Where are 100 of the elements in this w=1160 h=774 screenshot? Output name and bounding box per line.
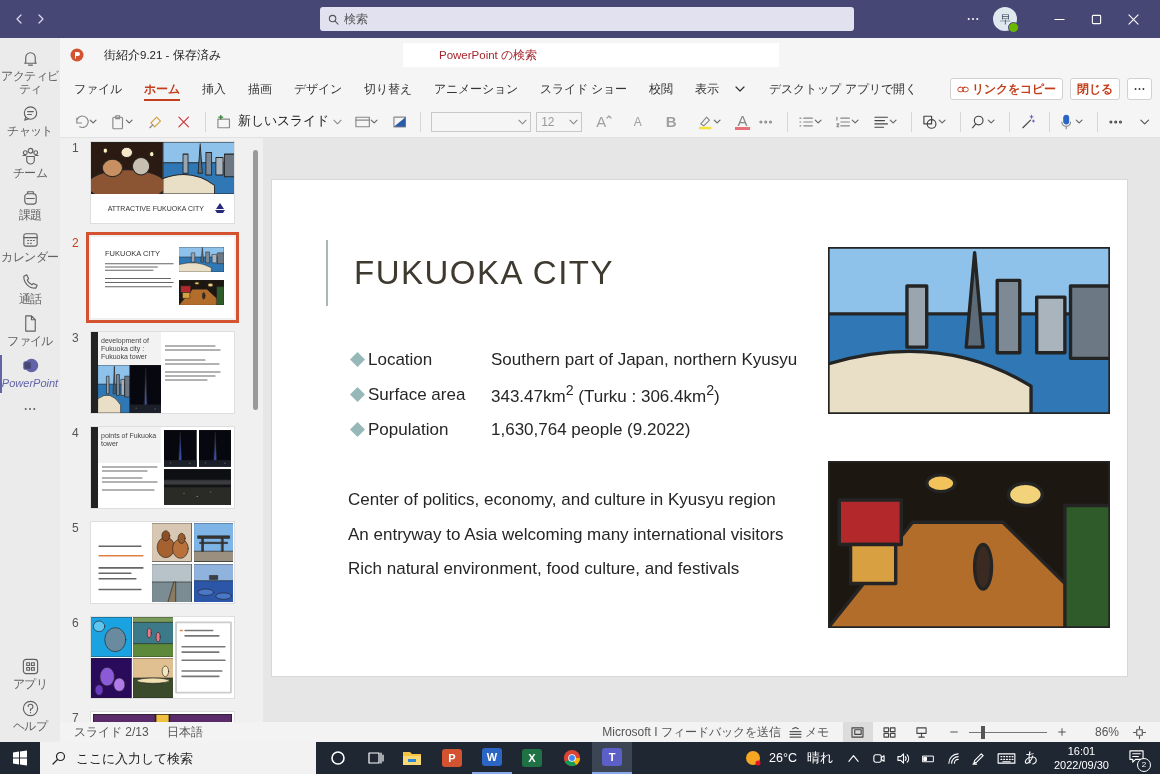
keyboard-icon[interactable]	[996, 751, 1016, 765]
temperature: 26°C	[769, 751, 797, 765]
notes-icon[interactable]	[788, 726, 802, 738]
slide-number: 6	[71, 617, 80, 629]
taskbar-app[interactable]: P	[432, 742, 472, 774]
people-icon	[20, 146, 40, 165]
ribbon-tab[interactable]: 切り替え	[364, 77, 412, 101]
more-icon	[1134, 87, 1145, 91]
close-icon[interactable]	[1128, 13, 1139, 25]
rail-item[interactable]: 通話	[0, 269, 60, 311]
search-icon	[328, 13, 339, 25]
camera-icon[interactable]	[871, 751, 885, 765]
caret-icon	[569, 118, 579, 125]
rail-item[interactable]: アプリ	[0, 654, 60, 696]
taskbar-app[interactable]: W	[472, 742, 512, 774]
close-button[interactable]: 閉じる	[1070, 78, 1120, 100]
document-title: 街紹介9.21 - 保存済み	[104, 47, 222, 63]
slide-count: スライド 2/13	[74, 723, 149, 741]
slide-text: An entryway to Asia welcoming many international visitors	[348, 523, 785, 546]
rail-item[interactable]: ヘルプ	[0, 696, 60, 738]
clock-date[interactable]: 2022/09/30	[1053, 758, 1109, 772]
slide-number: 2	[71, 237, 80, 249]
taskbar-app[interactable]: X	[512, 742, 552, 774]
taskbar-app[interactable]: T	[592, 742, 632, 774]
caret-up-icon	[606, 114, 613, 119]
app-icon: W	[482, 748, 502, 766]
normal-view-icon	[851, 726, 865, 738]
fact-label: Location	[368, 349, 434, 370]
weather-condition: 晴れ	[806, 749, 833, 767]
ribbon-tab[interactable]: 描画	[248, 77, 272, 101]
paste-icon[interactable]	[109, 113, 135, 130]
clock-time[interactable]: 16:01	[1067, 744, 1096, 758]
zoom-slider-thumb[interactable]	[981, 725, 985, 739]
ribbon-tab[interactable]: アニメーション	[434, 77, 518, 101]
windows-start-icon[interactable]	[12, 750, 28, 766]
fit-to-window-icon[interactable]	[1133, 725, 1146, 739]
caret-icon[interactable]	[735, 86, 746, 92]
notifications-icon[interactable]	[1129, 748, 1144, 764]
zoom-in-icon[interactable]	[1056, 727, 1067, 737]
rail-item[interactable]: チーム	[0, 143, 60, 185]
ribbon-tab[interactable]: デザイン	[294, 77, 342, 101]
fact-value: 1,630,764 people (9.2022)	[491, 419, 691, 440]
powerpoint-icon	[70, 48, 84, 62]
fact-value: 343.47km$^{2}$ (Turku : 306.4km$^{2}$)	[491, 382, 720, 407]
avatar[interactable]: 早	[993, 7, 1017, 31]
search-field[interactable]: PowerPoint の検索	[403, 43, 779, 67]
copy-link-button[interactable]: リンクをコピー	[950, 78, 1063, 100]
apps-icon	[20, 657, 40, 676]
view-button[interactable]	[842, 722, 873, 742]
pen-icon[interactable]	[971, 751, 985, 765]
slide-number: 3	[71, 332, 80, 344]
cortana-icon[interactable]	[330, 750, 346, 766]
ribbon-tab[interactable]: 校閲	[649, 77, 674, 101]
input-method[interactable]: あ	[1023, 749, 1038, 767]
ribbon-tab[interactable]: ホーム	[144, 77, 180, 101]
status-dot	[1008, 22, 1019, 33]
new-slide-icon[interactable]	[215, 113, 231, 130]
microphone-icon[interactable]	[1059, 113, 1085, 130]
scrollbar[interactable]	[253, 150, 258, 410]
search-field[interactable]: ここに入力して検索	[40, 742, 316, 774]
zoom-level[interactable]: 86%	[1094, 725, 1119, 739]
slide-number: 1	[71, 142, 80, 154]
bullet-icon	[350, 352, 365, 367]
calendar-icon	[20, 230, 40, 249]
notes-button[interactable]: メモ	[804, 723, 829, 741]
presenter-view-icon	[915, 726, 929, 738]
rail-item[interactable]: チャット	[0, 101, 60, 143]
font-field[interactable]	[431, 111, 532, 132]
wifi-icon[interactable]	[946, 751, 960, 765]
slide-text: Rich natural environment, food culture, and festivals	[348, 558, 741, 580]
powerpoint-icon	[20, 356, 40, 375]
volume-icon[interactable]	[896, 751, 910, 765]
shapes-icon[interactable]	[922, 113, 948, 130]
slide-thumbnail[interactable]	[91, 522, 234, 603]
feedback-link[interactable]: Microsoft I フィードバックを送信	[602, 723, 781, 741]
text-lines	[105, 262, 175, 290]
designer-icon[interactable]	[1020, 113, 1036, 130]
caret-icon	[332, 118, 342, 125]
task-view-icon[interactable]	[368, 750, 384, 766]
rail-item[interactable]: ファイル	[0, 311, 60, 353]
ribbon-tab[interactable]: 挿入	[202, 77, 226, 101]
search-icon[interactable]	[971, 113, 997, 130]
ribbon-tab[interactable]: スライド ショー	[540, 77, 628, 101]
search-field[interactable]: 検索	[320, 7, 854, 31]
app-icon: T	[602, 748, 622, 766]
open-desktop-link[interactable]: デスクトップ アプリで開く	[769, 77, 917, 101]
app-icon: X	[522, 749, 542, 767]
more-icon[interactable]	[967, 17, 979, 21]
new-slide-button[interactable]: 新しいスライド	[237, 113, 342, 130]
ribbon-tab[interactable]: 表示	[695, 77, 720, 101]
language[interactable]: 日本語	[166, 723, 203, 741]
logo-icon	[214, 201, 226, 216]
maximize-icon[interactable]	[1091, 13, 1102, 25]
more-icon[interactable]	[24, 407, 36, 411]
rail-item[interactable]: カレンダー	[0, 227, 60, 269]
rail-item[interactable]: 課題	[0, 185, 60, 227]
slide-thumbnail[interactable]	[91, 617, 234, 698]
rail-item[interactable]: PowerPoint	[0, 353, 60, 395]
ribbon-tab[interactable]: ファイル	[74, 77, 122, 101]
rail-item[interactable]: アクティビティ	[0, 46, 60, 101]
